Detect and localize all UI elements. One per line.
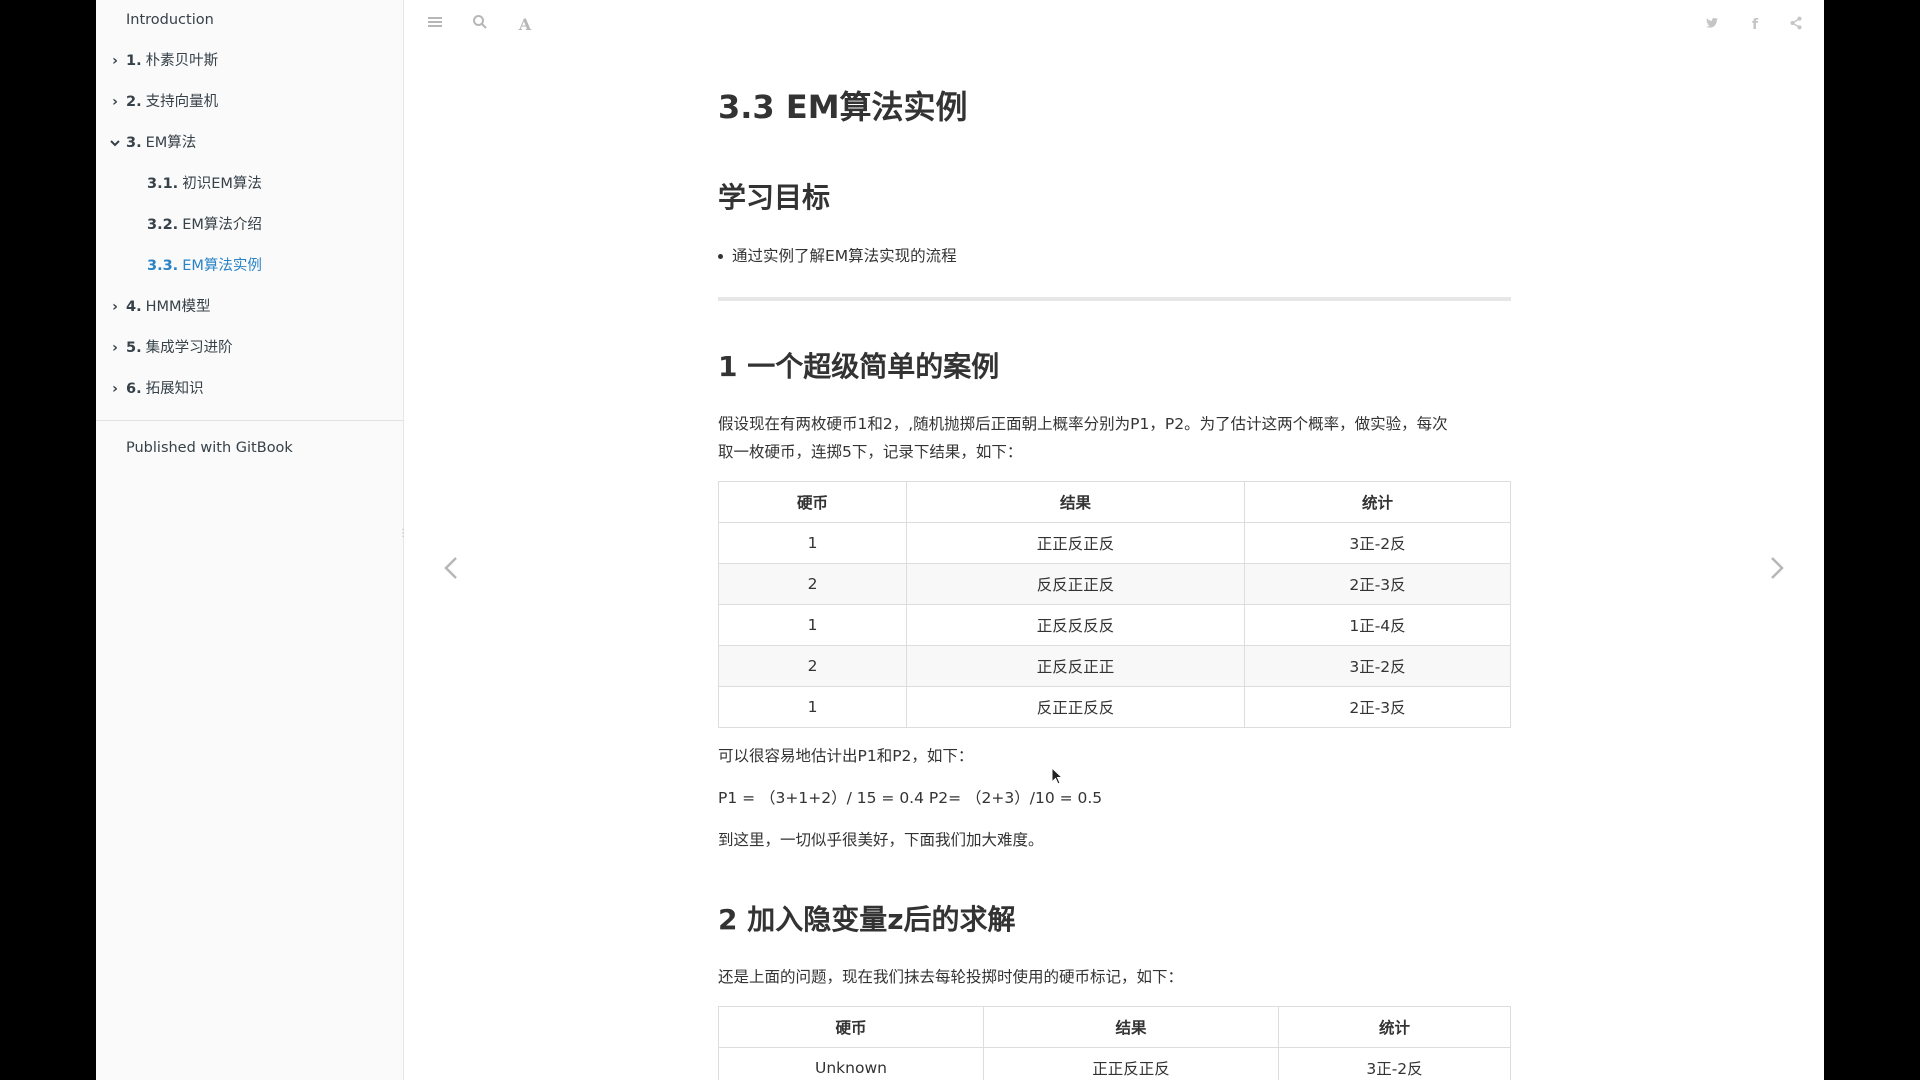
chevron-right-icon[interactable]: › — [108, 82, 122, 123]
menu-icon[interactable] — [424, 14, 446, 36]
table-row: 1 反正正反反 2正-3反 — [718, 686, 1511, 728]
sidebar-item-em-intro[interactable]: 3.1. 初识EM算法 — [96, 164, 403, 205]
twitter-icon[interactable] — [1701, 14, 1723, 36]
table-cell: 正正反正反 — [983, 1047, 1279, 1080]
table-cell: Unknown — [718, 1047, 984, 1080]
sidebar-item-introduction[interactable]: Introduction — [96, 0, 403, 41]
gitbook-window: Introduction › 1. 朴素贝叶斯 › 2. 支持向量机 3. EM算法 … — [96, 0, 1824, 1080]
sidebar-resize-handle[interactable]: ⋮ — [398, 529, 408, 546]
table-cell: 3正-2反 — [1278, 1047, 1511, 1080]
sidebar-item-naive-bayes[interactable]: › 1. 朴素贝叶斯 — [96, 41, 403, 82]
chevron-right-icon[interactable]: › — [108, 369, 122, 410]
table-cell: 3正-2反 — [1244, 645, 1511, 687]
published-with-gitbook-link[interactable]: Published with GitBook — [96, 433, 403, 463]
chevron-right-icon[interactable]: › — [108, 328, 122, 369]
table-header-row: 硬币 结果 统计 — [718, 481, 1511, 523]
search-icon[interactable] — [469, 14, 491, 36]
table-cell: 2正-3反 — [1244, 686, 1511, 728]
table-header-cell: 统计 — [1244, 481, 1511, 523]
share-icon[interactable] — [1785, 14, 1807, 36]
next-page-arrow-icon[interactable] — [1762, 548, 1792, 588]
table-cell: 1 — [718, 604, 907, 646]
sidebar-item-label: EM算法 — [145, 135, 197, 151]
table-cell: 2正-3反 — [1244, 563, 1511, 605]
sidebar-item-number: 6. — [126, 381, 142, 397]
sidebar-item-number: 3.2. — [147, 217, 179, 233]
sidebar-item-label: 支持向量机 — [145, 94, 219, 110]
previous-page-arrow-icon[interactable] — [436, 548, 466, 588]
paragraph-formula: P1 = （3+1+2）/ 15 = 0.4 P2= （2+3）/10 = 0.… — [718, 789, 1103, 807]
table-header-cell: 硬币 — [718, 481, 907, 523]
font-settings-icon[interactable]: A — [514, 14, 536, 36]
table-cell: 反反正正反 — [906, 563, 1245, 605]
sidebar-item-extensions[interactable]: › 6. 拓展知识 — [96, 369, 403, 410]
chevron-right-icon[interactable]: › — [108, 41, 122, 82]
table-header-cell: 硬币 — [718, 1006, 984, 1048]
sidebar-item-em-example[interactable]: 3.3. EM算法实例 — [96, 246, 403, 287]
sidebar-item-number: 3.3. — [147, 258, 179, 274]
sidebar-item-number: 3.1. — [147, 176, 179, 192]
sidebar-item-em-overview[interactable]: 3.2. EM算法介绍 — [96, 205, 403, 246]
paragraph-estimate: 可以很容易地估计出P1和P2，如下： — [718, 747, 974, 765]
table-cell: 1正-4反 — [1244, 604, 1511, 646]
table-cell: 正反反反反 — [906, 604, 1245, 646]
sidebar-item-svm[interactable]: › 2. 支持向量机 — [96, 82, 403, 123]
section-heading-goal: 学习目标 — [718, 181, 831, 214]
table-cell: 正正反正反 — [906, 522, 1245, 564]
table-row: 1 正正反正反 3正-2反 — [718, 522, 1511, 564]
section-heading-2: 2 加入隐变量z后的求解 — [718, 903, 1016, 936]
sidebar-item-number: 4. — [126, 299, 142, 315]
section-heading-1: 1 一个超级简单的案例 — [718, 350, 1000, 383]
table-row: 2 正反反正正 3正-2反 — [718, 645, 1511, 687]
paragraph-transition: 到这里，一切似乎很美好，下面我们加大难度。 — [718, 831, 1044, 849]
sidebar-divider — [96, 420, 403, 421]
table-cell: 1 — [718, 522, 907, 564]
table-header-cell: 结果 — [906, 481, 1245, 523]
sidebar-item-label: 朴素贝叶斯 — [145, 53, 219, 69]
table-cell: 2 — [718, 645, 907, 687]
chevron-down-icon[interactable] — [108, 123, 122, 164]
table-header-cell: 结果 — [983, 1006, 1279, 1048]
sidebar-item-label: EM算法介绍 — [182, 217, 262, 233]
sidebar-item-label: 初识EM算法 — [182, 176, 262, 192]
sidebar-item-number: 3. — [126, 135, 142, 151]
table-header-row: 硬币 结果 统计 — [718, 1006, 1511, 1048]
sidebar-item-number: 5. — [126, 340, 142, 356]
table-header-cell: 统计 — [1278, 1006, 1511, 1048]
sidebar-item-em[interactable]: 3. EM算法 — [96, 123, 403, 164]
sidebar-item-label: Introduction — [126, 12, 214, 28]
coin-results-table: 硬币 结果 统计 1 正正反正反 3正-2反 2 反反正正反 2正-3反 1 正… — [718, 481, 1511, 728]
sidebar-item-number: 2. — [126, 94, 142, 110]
table-row: Unknown 正正反正反 3正-2反 — [718, 1047, 1511, 1080]
table-cell: 3正-2反 — [1244, 522, 1511, 564]
table-row: 2 反反正正反 2正-3反 — [718, 563, 1511, 605]
horizontal-rule — [718, 297, 1511, 301]
paragraph-intro-line1: 假设现在有两枚硬币1和2，,随机抛掷后正面朝上概率分别为P1，P2。为了估计这两… — [718, 415, 1448, 433]
sidebar-item-label: 集成学习进阶 — [145, 340, 233, 356]
paragraph-intro-line2: 取一枚硬币，连掷5下，记录下结果，如下： — [718, 443, 1023, 461]
paragraph-hidden-variable: 还是上面的问题，现在我们抹去每轮投掷时使用的硬币标记，如下： — [718, 968, 1184, 986]
sidebar-item-ensemble[interactable]: › 5. 集成学习进阶 — [96, 328, 403, 369]
sidebar-item-number: 1. — [126, 53, 142, 69]
chevron-right-icon[interactable]: › — [108, 287, 122, 328]
table-cell: 1 — [718, 686, 907, 728]
sidebar-nav: Introduction › 1. 朴素贝叶斯 › 2. 支持向量机 3. EM算法 … — [96, 0, 403, 410]
sidebar: Introduction › 1. 朴素贝叶斯 › 2. 支持向量机 3. EM算法 … — [96, 0, 408, 1080]
facebook-icon[interactable]: f — [1744, 14, 1766, 36]
sidebar-item-hmm[interactable]: › 4. HMM模型 — [96, 287, 403, 328]
goal-list-item: 通过实例了解EM算法实现的流程 — [718, 242, 957, 270]
sidebar-item-label: HMM模型 — [145, 299, 211, 315]
hidden-coin-table: 硬币 结果 统计 Unknown 正正反正反 3正-2反 — [718, 1006, 1511, 1080]
page-title: 3.3 EM算法实例 — [718, 88, 968, 126]
table-cell: 反正正反反 — [906, 686, 1245, 728]
sidebar-item-label: 拓展知识 — [145, 381, 204, 397]
sidebar-item-label: EM算法实例 — [182, 258, 262, 274]
table-row: 1 正反反反反 1正-4反 — [718, 604, 1511, 646]
table-cell: 正反反正正 — [906, 645, 1245, 687]
mouse-cursor-icon — [1051, 766, 1065, 787]
table-cell: 2 — [718, 563, 907, 605]
